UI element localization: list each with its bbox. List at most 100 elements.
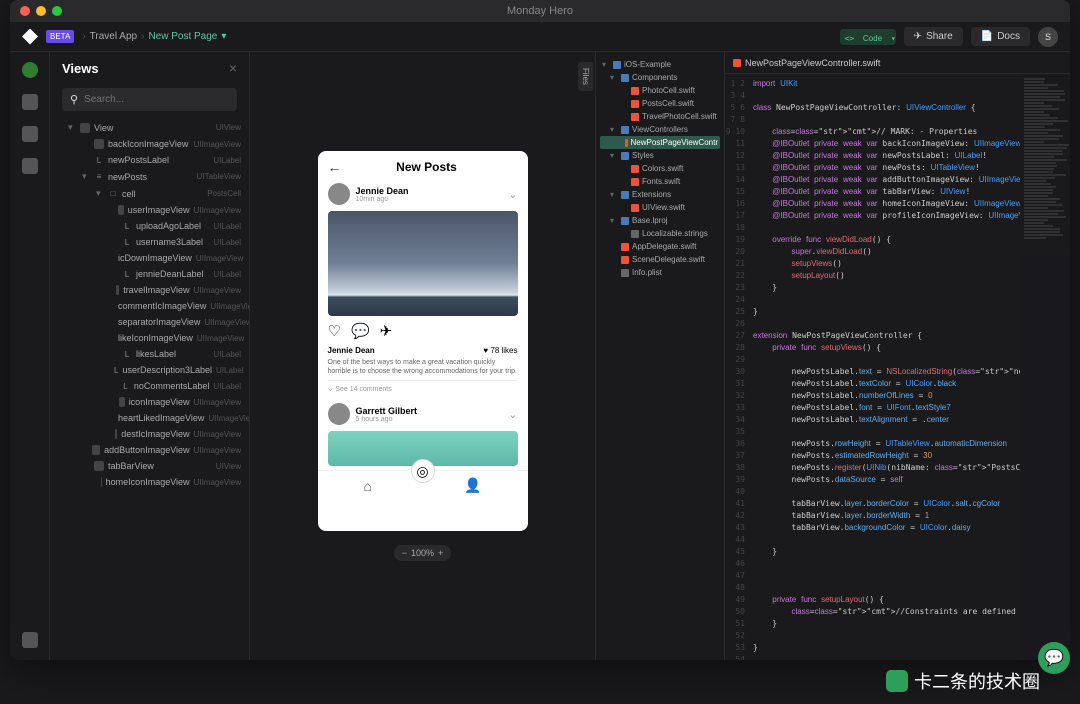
minimap[interactable] [1020,74,1070,660]
tree-item[interactable]: ▾□cellPostsCell [50,185,249,202]
share-icon[interactable]: ✈ [380,322,393,340]
back-icon[interactable]: ← [328,159,342,175]
post-image [328,211,518,316]
tree-item[interactable]: homeIconImageViewUIImageView [50,474,249,490]
tree-item[interactable]: likeIconImageViewUIImageView [50,330,249,346]
post-avatar [328,183,350,205]
line-gutter: 1 2 3 4 5 6 7 8 9 10 11 12 13 14 15 16 1… [725,74,749,660]
watermark-icon [886,670,908,692]
rail-chat-icon[interactable] [22,632,38,648]
post-username: Jennie Dean [356,186,409,196]
tree-item[interactable]: heartLikedImageViewUIImageView [50,410,249,426]
code-content[interactable]: import UIKit class NewPostPageViewContro… [749,74,1020,660]
tree-item[interactable]: backIconImageViewUIImageView [50,136,249,152]
rail-text-icon[interactable] [22,158,38,174]
views-tree: ▾ViewUIViewbackIconImageViewUIImageViewL… [50,115,249,660]
post-text: One of the best ways to make a great vac… [328,358,518,376]
user-avatar[interactable]: S [1038,27,1058,47]
tree-item[interactable]: addButtonImageViewUIImageView [50,442,249,458]
tree-item[interactable]: LuserDescription3LabelUILabel [50,362,249,378]
file-item[interactable]: ▾Styles [600,149,720,162]
tree-item[interactable]: commentIcImageViewUIImageView [50,298,249,314]
zoom-in[interactable]: + [438,548,443,558]
share-button[interactable]: ✈ Share [904,27,963,46]
files-tab[interactable]: Files [578,62,593,91]
tree-item[interactable]: LlikesLabelUILabel [50,346,249,362]
tree-item[interactable]: ▾≡newPostsUITableView [50,168,249,185]
views-search[interactable]: ⚲ [62,88,237,111]
tree-item[interactable]: LnewPostsLabelUILabel [50,152,249,168]
watermark: 卡二条的技术圈 [886,668,1040,694]
post-likes: ♥ 78 likes [483,346,517,355]
post-time: 5 hours ago [356,416,418,423]
home-tab-icon[interactable]: ⌂ [364,478,372,494]
tree-item[interactable]: travelImageViewUIImageView [50,282,249,298]
tree-item[interactable]: userImageViewUIImageView [50,202,249,218]
file-item[interactable]: Fonts.swift [600,175,720,188]
beta-badge: BETA [46,30,74,43]
file-item[interactable]: ▾ViewControllers [600,123,720,136]
close-window[interactable] [20,6,30,16]
tree-item[interactable]: ▾ViewUIView [50,119,249,136]
crumb-page[interactable]: New Post Page [148,31,217,42]
file-item[interactable]: ▾Base.lproj [600,214,720,227]
add-post-fab[interactable]: ◎ [411,459,435,483]
profile-tab-icon[interactable]: 👤 [464,477,481,494]
phone-preview: ← New Posts Jennie Dean 10min ago ⌄ ♡ [318,151,528,531]
file-item[interactable]: NewPostPageViewContr [600,136,720,149]
editor-tab[interactable]: NewPostPageViewController.swift [725,52,1070,74]
code-editor: NewPostPageViewController.swift 1 2 3 4 … [725,52,1070,660]
search-input[interactable] [84,94,229,105]
tree-item[interactable]: Lusername3LabelUILabel [50,234,249,250]
file-item[interactable]: AppDelegate.swift [600,240,720,253]
tree-item[interactable]: iconImageViewUIImageView [50,394,249,410]
file-tree: ▾iOS-Example▾ComponentsPhotoCell.swiftPo… [596,52,724,285]
file-item[interactable]: Info.plist [600,266,720,279]
file-item[interactable]: UIView.swift [600,201,720,214]
screen-title: New Posts [350,160,504,174]
sidebar-close-icon[interactable]: × [229,60,237,76]
code-button[interactable]: <> Code ▾ [840,29,895,45]
file-explorer: Files ▾iOS-Example▾ComponentsPhotoCell.s… [595,52,725,660]
docs-button[interactable]: 📄 Docs [971,27,1030,46]
post-time: 10min ago [356,196,409,203]
rail-status-icon[interactable] [22,62,38,78]
tree-item[interactable]: icDownImageViewUIImageView [50,250,249,266]
left-rail [10,52,50,660]
app-logo-icon[interactable] [22,29,38,45]
support-chat-fab[interactable]: 💬 [1038,642,1070,674]
post-comments[interactable]: ⌄ See 14 comments [328,380,518,397]
minimize-window[interactable] [36,6,46,16]
swift-file-icon [733,59,741,67]
file-item[interactable]: ▾iOS-Example [600,58,720,71]
file-item[interactable]: PhotoCell.swift [600,84,720,97]
tree-item[interactable]: separatorImageViewUIImageView [50,314,249,330]
file-item[interactable]: ▾Components [600,71,720,84]
file-item[interactable]: ▾Extensions [600,188,720,201]
traffic-lights [20,6,62,16]
tree-item[interactable]: destIcImageViewUIImageView [50,426,249,442]
chevron-down-icon[interactable]: ⌄ [508,188,517,201]
tree-item[interactable]: LuploadAgoLabelUILabel [50,218,249,234]
file-item[interactable]: Localizable.strings [600,227,720,240]
zoom-value: 100% [411,548,434,558]
tree-item[interactable]: LnoCommentsLabelUILabel [50,378,249,394]
comment-icon[interactable]: 💬 [351,322,370,340]
crumb-app[interactable]: Travel App [90,31,137,42]
breadcrumb: › Travel App › New Post Page ▾ [82,31,226,42]
search-icon: ⚲ [70,93,78,106]
chevron-down-icon[interactable]: ⌄ [508,408,517,421]
file-item[interactable]: PostsCell.swift [600,97,720,110]
maximize-window[interactable] [52,6,62,16]
tree-item[interactable]: tabBarViewUIView [50,458,249,474]
tree-item[interactable]: LjennieDeanLabelUILabel [50,266,249,282]
like-icon[interactable]: ♡ [328,322,341,340]
zoom-out[interactable]: − [402,548,407,558]
file-item[interactable]: Colors.swift [600,162,720,175]
post-avatar [328,403,350,425]
canvas[interactable]: ← New Posts Jennie Dean 10min ago ⌄ ♡ [250,52,595,660]
file-item[interactable]: TravelPhotoCell.swift [600,110,720,123]
rail-layers-icon[interactable] [22,126,38,142]
file-item[interactable]: SceneDelegate.swift [600,253,720,266]
rail-grid-icon[interactable] [22,94,38,110]
